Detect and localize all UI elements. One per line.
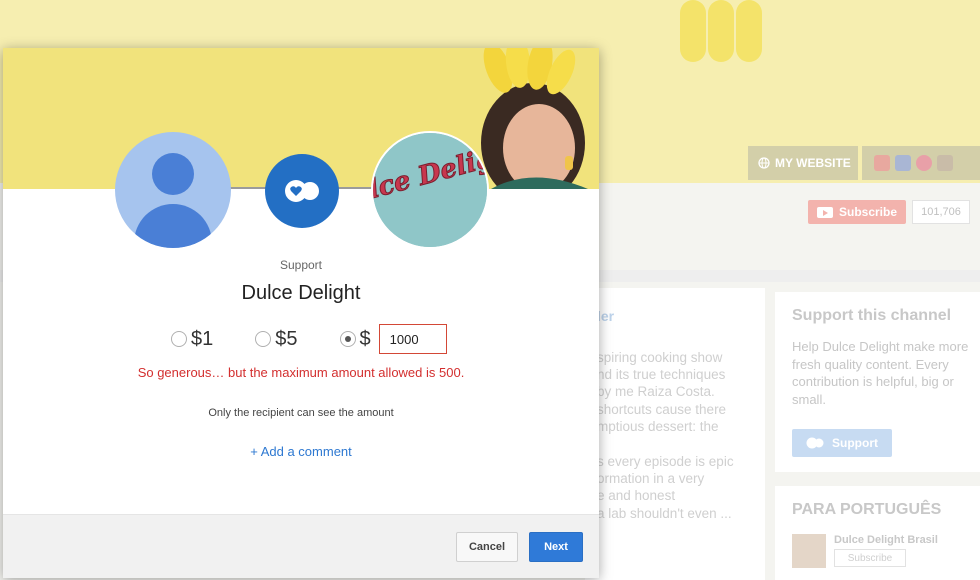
radio-icon[interactable] xyxy=(171,331,187,347)
cancel-button[interactable]: Cancel xyxy=(456,532,518,562)
error-message: So generous… but the maximum amount allo… xyxy=(137,365,465,380)
add-comment-link[interactable]: + Add a comment xyxy=(3,444,599,459)
amount-option-1[interactable]: $1 xyxy=(171,328,213,351)
amount-option-label: $ xyxy=(359,327,371,350)
youtube-play-icon xyxy=(816,206,833,218)
about-title: ler xyxy=(597,308,615,324)
support-logo-icon xyxy=(806,437,824,449)
amount-option-label: $1 xyxy=(191,327,214,350)
amount-option-custom[interactable]: $ xyxy=(339,324,447,354)
website-link-label: MY WEBSITE xyxy=(775,156,851,170)
privacy-note: Only the recipient can see the amount xyxy=(208,407,394,419)
support-label: Support xyxy=(279,258,323,272)
support-channel-button-label: Support xyxy=(832,436,878,450)
instagram-icon[interactable] xyxy=(937,155,953,171)
social-links xyxy=(862,146,980,180)
support-channel-description: Help Dulce Delight make more fresh quali… xyxy=(792,339,969,407)
about-description-2: s every episode is epic ormation in a ve… xyxy=(597,454,734,521)
amount-option-5[interactable]: $5 xyxy=(255,327,298,351)
channel-avatar: Dulce Delight xyxy=(371,131,489,249)
custom-amount-input[interactable] xyxy=(378,324,447,354)
channel-name: Dulce Delight xyxy=(241,282,361,304)
amount-options: $1 $5 $ xyxy=(171,324,447,354)
support-logo xyxy=(265,154,339,228)
amount-option-label: $5 xyxy=(275,327,298,350)
google-plus-icon[interactable] xyxy=(874,155,890,171)
subscribe-button[interactable]: Subscribe xyxy=(808,200,906,224)
channel-logo: Dulce Delight xyxy=(373,133,487,247)
about-description: spiring cooking show nd its true techniq… xyxy=(597,350,727,434)
brasil-channel-name[interactable]: Dulce Delight Brasil xyxy=(834,534,938,546)
dialog-footer: Cancel Next xyxy=(3,514,599,578)
facebook-icon[interactable] xyxy=(895,155,911,171)
support-heart-logo-icon xyxy=(285,180,319,202)
radio-icon[interactable] xyxy=(339,331,356,347)
pinterest-icon[interactable] xyxy=(916,155,932,171)
portuguese-card-title: PARA PORTUGUÊS xyxy=(792,501,942,518)
support-channel-button[interactable]: Support xyxy=(792,429,892,457)
subscriber-count: 101,706 xyxy=(912,200,970,224)
next-button[interactable]: Next xyxy=(529,532,583,562)
user-avatar-icon xyxy=(152,153,194,195)
support-dialog: Dulce Delight Support Dulce Delight $1 $… xyxy=(3,48,599,578)
globe-icon xyxy=(758,157,770,169)
support-channel-title: Support this channel xyxy=(792,307,952,324)
subscribe-label: Subscribe xyxy=(838,205,898,219)
user-avatar xyxy=(115,132,231,248)
radio-icon[interactable] xyxy=(255,331,272,347)
website-link[interactable]: MY WEBSITE xyxy=(748,146,858,180)
brasil-subscribe-button[interactable]: Subscribe xyxy=(834,549,906,567)
brasil-channel-avatar[interactable] xyxy=(792,534,826,568)
